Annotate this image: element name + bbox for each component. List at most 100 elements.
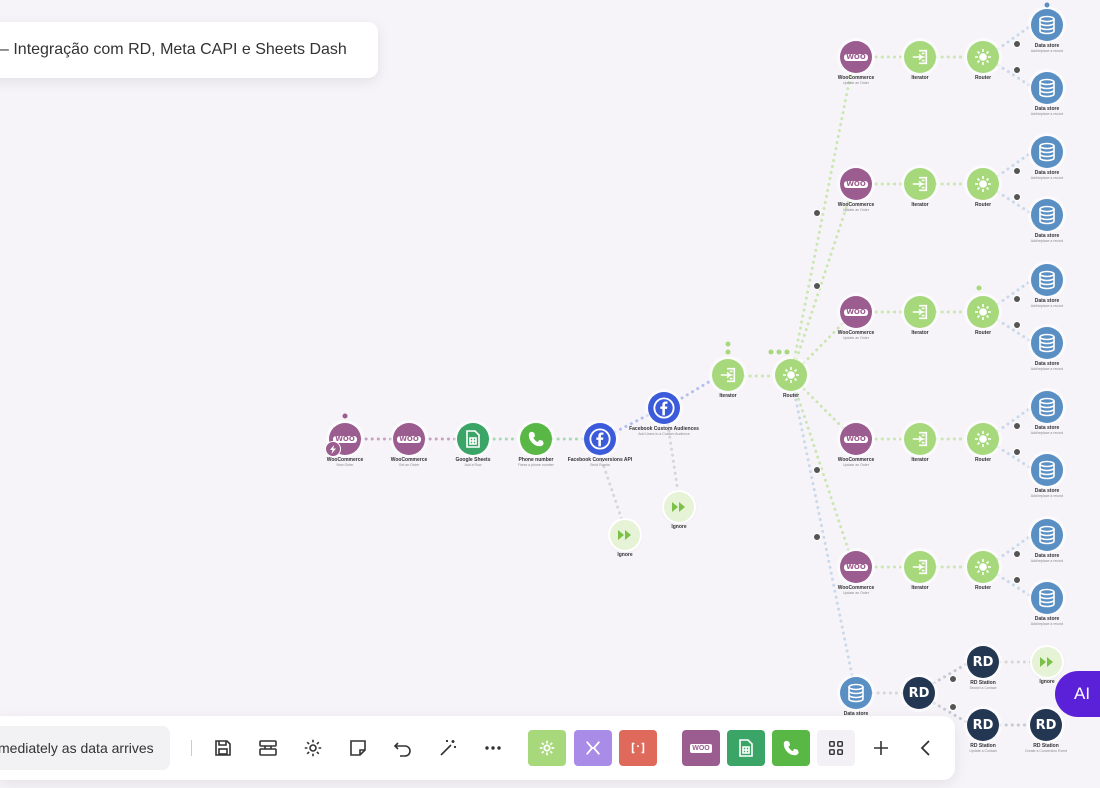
favorite-phone-button[interactable]	[772, 730, 810, 766]
module-branch-5-datastore-b[interactable]: Data store Add/replace a record	[1031, 582, 1063, 626]
module-phone[interactable]: Phone number Parse a phone number	[518, 423, 554, 467]
module-woo-main[interactable]: WOO WooCommerce Get an Order	[391, 423, 427, 467]
filter-dot[interactable]	[950, 676, 956, 682]
history-button[interactable]	[389, 734, 417, 762]
operation-bubble[interactable]	[725, 341, 731, 347]
scenario-canvas[interactable]: WOO WooCommerce New Order WOO WooCommerce Get…	[0, 0, 1100, 788]
filter-dot[interactable]	[814, 283, 820, 289]
filter-dot[interactable]	[1014, 194, 1020, 200]
operation-bubble[interactable]	[342, 413, 348, 419]
filter-dot[interactable]	[1014, 577, 1020, 583]
module-iterator-main[interactable]: Iterator	[712, 359, 744, 399]
module-branch-1-iterator[interactable]: Iterator	[904, 41, 936, 81]
module-rd-conversion[interactable]: RD RD Station Create a Conversion Event	[1025, 709, 1067, 753]
filter-dot[interactable]	[814, 467, 820, 473]
connection-line[interactable]	[680, 378, 714, 400]
operation-bubble[interactable]	[768, 349, 774, 355]
scenario-title-card[interactable]: – Integração com RD, Meta CAPI e Sheets …	[0, 22, 378, 78]
module-datastore-search[interactable]: Data storeSearch records	[840, 677, 872, 721]
module-branch-1-datastore-b[interactable]: Data store Add/replace a record	[1031, 72, 1063, 116]
module-branch-4-woo[interactable]: WOO WooCommerce Update an Order	[838, 423, 874, 467]
auto-align-button[interactable]	[434, 734, 462, 762]
save-button[interactable]	[209, 734, 237, 762]
module-fb-capi[interactable]: Facebook Conversions API Send Events	[568, 423, 632, 467]
text-parser-button[interactable]	[619, 730, 657, 766]
operation-bubble[interactable]	[725, 349, 731, 355]
module-rd-search[interactable]: RD RD Station Search a Contact	[967, 646, 999, 690]
module-branch-1-datastore-a[interactable]: Data store Add/replace a record	[1031, 9, 1063, 53]
connection-line[interactable]	[789, 374, 856, 569]
module-branch-3-datastore-b[interactable]: Data store Add/replace a record	[1031, 327, 1063, 371]
module-branch-3-datastore-a[interactable]: Data store Add/replace a record	[1031, 264, 1063, 308]
more-icon	[485, 746, 501, 750]
operation-bubble[interactable]	[784, 349, 790, 355]
filter-dot[interactable]	[1014, 67, 1020, 73]
data-structures-button[interactable]	[254, 734, 282, 762]
filter-dot[interactable]	[1014, 449, 1020, 455]
module-branch-2-datastore-b[interactable]: Data store Add/replace a record	[1031, 199, 1063, 243]
filter-dot[interactable]	[1014, 423, 1020, 429]
module-branch-1-router[interactable]: Router	[967, 41, 999, 81]
connection-line[interactable]	[789, 55, 856, 378]
module-branch-4-datastore-a[interactable]: Data store Add/replace a record	[1031, 391, 1063, 435]
module-ignore-2[interactable]: Ignore	[664, 492, 694, 530]
filter-dot[interactable]	[814, 210, 820, 216]
more-button[interactable]	[479, 734, 507, 762]
flow-control-button[interactable]	[574, 730, 612, 766]
module-branch-5-router[interactable]: Router	[967, 551, 999, 591]
gear-icon	[539, 740, 555, 756]
scenario-title[interactable]: – Integração com RD, Meta CAPI e Sheets …	[0, 41, 347, 59]
module-branch-3-router[interactable]: Router	[967, 296, 999, 336]
scenario-settings-button[interactable]	[299, 734, 327, 762]
module-branch-4-datastore-b[interactable]: Data store Add/replace a record	[1031, 454, 1063, 498]
module-ignore-3[interactable]: Ignore	[1032, 647, 1062, 685]
notes-button[interactable]	[344, 734, 372, 762]
datastore-icon	[1031, 199, 1063, 231]
favorite-sheets-button[interactable]	[727, 730, 765, 766]
module-branch-5-woo[interactable]: WOO WooCommerce Update an Order	[838, 551, 874, 595]
iterator-icon	[904, 296, 936, 328]
schedule-text: mediately as data arrives	[0, 740, 154, 756]
operation-bubble[interactable]	[1044, 2, 1050, 8]
module-router-main[interactable]: Router	[775, 359, 807, 399]
module-sublabel: Update a Contact	[969, 749, 997, 753]
connection-line[interactable]	[789, 374, 855, 682]
filter-dot[interactable]	[1014, 168, 1020, 174]
filter-dot[interactable]	[1014, 41, 1020, 47]
operation-bubble[interactable]	[976, 285, 982, 291]
schedule-setting[interactable]: mediately as data arrives	[0, 726, 170, 770]
module-branch-5-iterator[interactable]: Iterator	[904, 551, 936, 591]
router-icon	[967, 551, 999, 583]
module-rd-mid[interactable]: RD	[903, 677, 935, 709]
module-ignore-1[interactable]: Ignore	[610, 520, 640, 558]
module-label: Router	[974, 75, 992, 81]
add-module-button[interactable]	[867, 734, 895, 762]
filter-dot[interactable]	[1014, 296, 1020, 302]
operation-bubble[interactable]	[776, 349, 782, 355]
collapse-toolbar-button[interactable]	[912, 734, 940, 762]
tools-button[interactable]	[528, 730, 566, 766]
module-fb-audiences[interactable]: Facebook Custom Audiences Add Users to a …	[629, 392, 699, 436]
module-branch-2-woo[interactable]: WOO WooCommerce Update an Order	[838, 168, 874, 212]
filter-dot[interactable]	[1014, 322, 1020, 328]
filter-dot[interactable]	[814, 534, 820, 540]
module-branch-4-iterator[interactable]: Iterator	[904, 423, 936, 463]
filter-dot[interactable]	[1014, 551, 1020, 557]
module-sublabel: Add/replace a record	[1030, 622, 1064, 626]
module-branch-2-datastore-a[interactable]: Data store Add/replace a record	[1031, 136, 1063, 180]
module-branch-4-router[interactable]: Router	[967, 423, 999, 463]
ai-assistant-button[interactable]: AI	[1055, 671, 1100, 717]
module-branch-2-router[interactable]: Router	[967, 168, 999, 208]
all-apps-button[interactable]	[817, 730, 855, 766]
module-branch-3-woo[interactable]: WOO WooCommerce Update an Order	[838, 296, 874, 340]
favorite-woocommerce-button[interactable]: WOO	[682, 730, 720, 766]
module-sheets[interactable]: Google Sheets Add a Row	[455, 423, 491, 467]
filter-dot[interactable]	[950, 704, 956, 710]
module-branch-3-iterator[interactable]: Iterator	[904, 296, 936, 336]
module-branch-2-iterator[interactable]: Iterator	[904, 168, 936, 208]
module-trigger[interactable]: WOO WooCommerce New Order	[325, 423, 363, 467]
module-branch-1-woo[interactable]: WOO WooCommerce Update an Order	[838, 41, 874, 85]
connection-line[interactable]	[789, 182, 856, 378]
module-rd-update[interactable]: RD RD Station Update a Contact	[967, 709, 999, 753]
module-branch-5-datastore-a[interactable]: Data store Add/replace a record	[1031, 519, 1063, 563]
